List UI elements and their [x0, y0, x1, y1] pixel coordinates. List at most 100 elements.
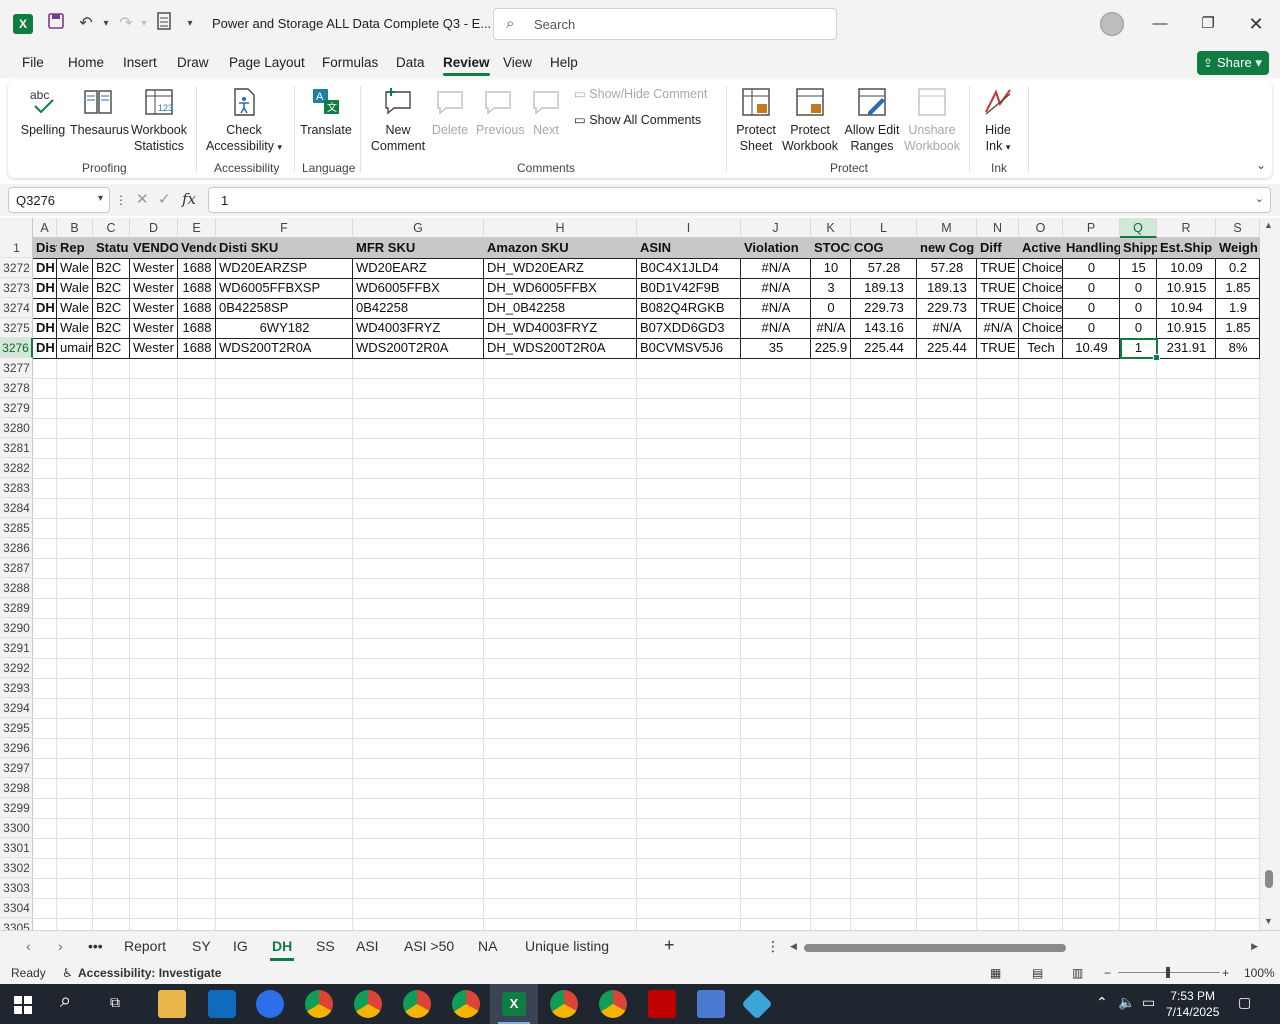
table-cell[interactable]: WD6005FFBXSP — [216, 278, 353, 298]
table-cell[interactable]: 225.9 — [811, 338, 851, 358]
name-box[interactable]: Q3276 ▾ — [8, 187, 110, 213]
more-options-icon[interactable]: ⋮ — [115, 193, 127, 207]
tray-overflow-icon[interactable]: ⌃ — [1096, 994, 1108, 1011]
add-sheet-icon[interactable]: + — [664, 935, 675, 956]
header-cell-shipp[interactable]: Shipp — [1120, 238, 1157, 258]
page-break-view-icon[interactable]: ▥ — [1072, 966, 1083, 980]
header-cell-mfr-sku[interactable]: MFR SKU — [353, 238, 484, 258]
table-cell[interactable]: 15 — [1120, 258, 1157, 278]
table-cell[interactable]: Wale — [57, 278, 93, 298]
column-header-r[interactable]: R — [1157, 218, 1216, 238]
table-cell[interactable]: #N/A — [977, 318, 1019, 338]
row-header-3297[interactable]: 3297 — [0, 758, 33, 778]
tab-draw[interactable]: Draw — [177, 55, 209, 70]
table-cell[interactable]: 10.915 — [1157, 278, 1216, 298]
chrome-icon[interactable] — [452, 990, 480, 1018]
chrome-icon[interactable] — [599, 990, 627, 1018]
row-header-3289[interactable]: 3289 — [0, 598, 33, 618]
column-header-q[interactable]: Q — [1120, 218, 1157, 238]
allow-edit-ranges-button[interactable]: Allow Edit Ranges — [842, 86, 902, 154]
workbook-statistics-button[interactable]: 123 Workbook Statistics — [128, 86, 190, 154]
table-cell[interactable]: B0C4X1JLD4 — [637, 258, 741, 278]
translate-button[interactable]: A文 Translate — [300, 86, 352, 138]
zoom-level[interactable]: 100% — [1244, 966, 1275, 980]
table-cell[interactable]: 0 — [1063, 318, 1120, 338]
table-cell[interactable]: DH_WDS200T2R0A — [484, 338, 637, 358]
table-cell[interactable]: 3 — [811, 278, 851, 298]
header-cell-weigh[interactable]: Weigh — [1216, 238, 1260, 258]
header-cell-vendo[interactable]: Vendo — [178, 238, 216, 258]
table-cell[interactable]: #N/A — [741, 278, 811, 298]
delete-comment-button[interactable]: Delete — [430, 86, 470, 138]
tab-view[interactable]: View — [503, 55, 532, 70]
table-cell[interactable]: DH — [33, 298, 57, 318]
column-header-d[interactable]: D — [130, 218, 178, 238]
chrome-icon[interactable] — [305, 990, 333, 1018]
chrome-icon[interactable] — [354, 990, 382, 1018]
table-cell[interactable]: B2C — [93, 318, 130, 338]
sheet-tab-na[interactable]: NA — [478, 938, 497, 954]
table-cell[interactable]: #N/A — [741, 258, 811, 278]
tab-formulas[interactable]: Formulas — [322, 55, 378, 70]
scroll-left-icon[interactable]: ◀ — [790, 941, 797, 952]
table-cell[interactable]: DH — [33, 338, 57, 358]
table-cell[interactable]: 57.28 — [851, 258, 917, 278]
table-cell[interactable]: Choice — [1019, 278, 1063, 298]
column-header-o[interactable]: O — [1019, 218, 1063, 238]
zoom-slider-thumb[interactable] — [1166, 967, 1170, 978]
table-cell[interactable]: 1.85 — [1216, 278, 1260, 298]
zoom-app-icon[interactable] — [256, 990, 284, 1018]
table-cell[interactable]: B0D1V42F9B — [637, 278, 741, 298]
table-cell[interactable]: WDS200T2R0A — [216, 338, 353, 358]
table-cell[interactable]: 1688 — [178, 338, 216, 358]
row-header-3285[interactable]: 3285 — [0, 518, 33, 538]
table-cell[interactable]: Wale — [57, 298, 93, 318]
table-cell[interactable]: Choice — [1019, 318, 1063, 338]
header-cell-asin[interactable]: ASIN — [637, 238, 741, 258]
table-cell[interactable]: 0 — [1120, 318, 1157, 338]
table-cell[interactable]: #N/A — [741, 318, 811, 338]
spelling-button[interactable]: abc Spelling — [20, 86, 66, 138]
table-cell[interactable]: DH — [33, 278, 57, 298]
table-cell[interactable]: WDS200T2R0A — [353, 338, 484, 358]
table-cell[interactable]: B2C — [93, 338, 130, 358]
spreadsheet-grid[interactable]: ABCDEFGHIJKLMNOPQRS 1 3272 3273 3274 3275 327… — [0, 218, 1260, 930]
sheet-options-icon[interactable]: ⋮ — [766, 938, 780, 955]
unshare-workbook-button[interactable]: Unshare Workbook — [902, 86, 962, 154]
row-header-3282[interactable]: 3282 — [0, 458, 33, 478]
table-cell[interactable]: 10.09 — [1157, 258, 1216, 278]
row-header-3291[interactable]: 3291 — [0, 638, 33, 658]
table-cell[interactable]: B2C — [93, 258, 130, 278]
table-cell[interactable]: 10.49 — [1063, 338, 1120, 358]
table-cell[interactable]: Wester — [130, 318, 178, 338]
row-header-3300[interactable]: 3300 — [0, 818, 33, 838]
row-header-3303[interactable]: 3303 — [0, 878, 33, 898]
header-cell-handling[interactable]: Handling — [1063, 238, 1120, 258]
header-cell-disti[interactable]: Disti — [33, 238, 57, 258]
sheet-tab-sy[interactable]: SY — [192, 938, 211, 954]
table-cell[interactable]: TRUE — [977, 338, 1019, 358]
table-cell[interactable]: B2C — [93, 298, 130, 318]
row-header-3305[interactable]: 3305 — [0, 918, 33, 930]
row-header-3298[interactable]: 3298 — [0, 778, 33, 798]
table-cell[interactable]: 1.9 — [1216, 298, 1260, 318]
table-cell[interactable]: 1688 — [178, 258, 216, 278]
column-header-c[interactable]: C — [93, 218, 130, 238]
row-header-3296[interactable]: 3296 — [0, 738, 33, 758]
insert-function-icon[interactable]: fx — [182, 190, 196, 208]
start-icon[interactable] — [14, 996, 32, 1014]
horizontal-scroll-thumb[interactable] — [804, 944, 1066, 952]
table-cell[interactable]: 1688 — [178, 298, 216, 318]
table-cell[interactable]: Wale — [57, 258, 93, 278]
table-cell[interactable]: DH_WD20EARZ — [484, 258, 637, 278]
previous-comment-button[interactable]: Previous — [476, 86, 525, 138]
sheet-tab-ig[interactable]: IG — [233, 938, 248, 954]
row-header-3287[interactable]: 3287 — [0, 558, 33, 578]
table-cell[interactable]: 225.44 — [851, 338, 917, 358]
enter-icon[interactable]: ✓ — [158, 190, 171, 208]
row-header-3292[interactable]: 3292 — [0, 658, 33, 678]
table-cell[interactable]: Wale — [57, 318, 93, 338]
sheet-prev-icon[interactable]: ‹ — [26, 938, 31, 954]
row-header-3278[interactable]: 3278 — [0, 378, 33, 398]
sheet-tab-asi-50[interactable]: ASI >50 — [404, 938, 454, 954]
